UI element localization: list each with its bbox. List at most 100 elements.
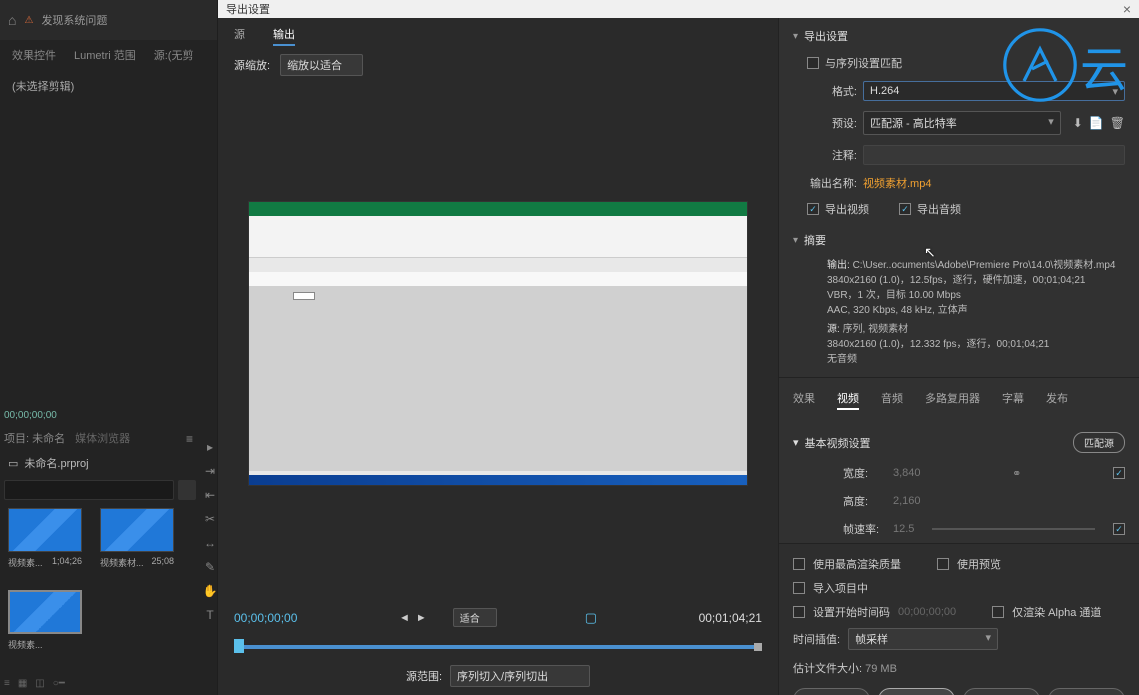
step-fwd-icon[interactable]: ►: [416, 612, 427, 624]
width-label: 宽度:: [843, 465, 883, 481]
project-search-input[interactable]: [4, 480, 174, 500]
fps-match-checkbox[interactable]: [1113, 523, 1125, 535]
timeline-playhead[interactable]: [234, 639, 244, 653]
import-preset-icon[interactable]: 📄: [1089, 116, 1104, 130]
import-project-checkbox[interactable]: [793, 582, 805, 594]
tab-source[interactable]: 源:(无剪: [154, 47, 194, 63]
use-preview-label: 使用预览: [957, 556, 1001, 572]
slip-icon[interactable]: ↔: [204, 536, 216, 550]
subtab-captions[interactable]: 字幕: [1002, 390, 1024, 410]
list-view-icon[interactable]: ≡: [4, 678, 10, 689]
start-timecode-checkbox[interactable]: [793, 606, 805, 618]
pen-icon[interactable]: ✎: [205, 560, 215, 574]
comment-input[interactable]: [863, 145, 1125, 165]
alpha-only-checkbox[interactable]: [992, 606, 1004, 618]
queue-button[interactable]: 队列: [878, 688, 955, 695]
preview-timeline[interactable]: [234, 639, 762, 653]
preset-dropdown[interactable]: 匹配源 - 高比特率: [863, 111, 1061, 135]
panel-menu-icon[interactable]: ≡: [186, 432, 193, 446]
video-settings-section: ▾ 基本视频设置 匹配源 宽度: 3,840 ⚭ 高度: 2,160 帧速率: …: [779, 416, 1139, 543]
icon-view-icon[interactable]: ▦: [18, 678, 27, 689]
import-project-label: 导入项目中: [813, 580, 868, 596]
tab-source[interactable]: 源: [234, 26, 245, 46]
thumb-image: [100, 508, 174, 552]
subtab-effects[interactable]: 效果: [793, 390, 815, 410]
tab-lumetri[interactable]: Lumetri 范围: [74, 47, 136, 63]
match-source-button[interactable]: 匹配源: [1073, 432, 1125, 453]
link-dimensions-icon[interactable]: ⚭: [1012, 467, 1021, 480]
export-button[interactable]: 导出: [963, 688, 1040, 695]
thumb-name: 视频素...: [8, 556, 43, 569]
range-dropdown[interactable]: 序列切入/序列切出: [450, 665, 590, 687]
selection-tool-icon[interactable]: ▸: [207, 440, 213, 454]
delete-preset-icon[interactable]: 🗑: [1110, 116, 1125, 130]
save-preset-icon[interactable]: ⬇: [1073, 116, 1083, 130]
preview-area: [218, 86, 778, 600]
height-value[interactable]: 2,160: [893, 495, 921, 507]
metadata-button[interactable]: 元数据...: [793, 688, 870, 695]
export-video-checkbox[interactable]: [807, 203, 819, 215]
use-preview-checkbox[interactable]: [937, 558, 949, 570]
summary-out-line3: VBR，1 次，目标 10.00 Mbps: [827, 288, 1125, 303]
tab-media-browser[interactable]: 媒体浏览器: [75, 430, 130, 446]
tab-fx-controls[interactable]: 效果控件: [12, 47, 56, 63]
bg-panel-tabs: 效果控件 Lumetri 范围 源:(无剪: [0, 40, 217, 70]
preview-frame: [248, 201, 748, 486]
format-dropdown[interactable]: H.264: [863, 81, 1125, 101]
max-quality-label: 使用最高渲染质量: [813, 556, 901, 572]
dialog-title: 导出设置: [226, 1, 270, 17]
razor-icon[interactable]: ✂: [205, 512, 215, 526]
fit-dropdown[interactable]: 适合: [453, 608, 497, 627]
hand-icon[interactable]: ✋: [203, 584, 218, 598]
match-sequence-checkbox[interactable]: [807, 57, 819, 69]
subtab-video[interactable]: 视频: [837, 390, 859, 410]
est-size-value: 79 MB: [865, 663, 897, 675]
interp-dropdown[interactable]: 帧采样: [848, 628, 998, 650]
basic-video-header[interactable]: ▾ 基本视频设置 匹配源: [793, 426, 1125, 459]
track-select-icon[interactable]: ⇥: [205, 464, 215, 478]
subtab-audio[interactable]: 音频: [881, 390, 903, 410]
cancel-button[interactable]: 取消: [1048, 688, 1125, 695]
width-match-checkbox[interactable]: [1113, 467, 1125, 479]
preset-label: 预设:: [807, 115, 857, 131]
output-name-link[interactable]: 视频素材.mp4: [863, 175, 931, 191]
fps-value[interactable]: 12.5: [893, 523, 914, 535]
type-icon[interactable]: T: [206, 608, 213, 622]
tab-project[interactable]: 项目: 未命名: [4, 430, 65, 446]
summary-content: 输出: C:\User..ocuments\Adobe\Premiere Pro…: [779, 254, 1139, 377]
timeline-out-marker[interactable]: [754, 643, 762, 651]
excel-active-cell: [293, 292, 315, 300]
home-icon[interactable]: ⌂: [8, 12, 16, 28]
thumb-duration: 1;04;26: [52, 556, 82, 569]
bug-icon[interactable]: ⚠: [24, 15, 33, 26]
excel-titlebar: [249, 202, 747, 216]
ripple-icon[interactable]: ⇤: [205, 488, 215, 502]
close-icon[interactable]: ×: [1123, 1, 1131, 17]
tab-output[interactable]: 输出: [273, 26, 295, 46]
zoom-slider-icon[interactable]: ○━: [53, 678, 65, 689]
scale-dropdown[interactable]: 缩放以适合: [280, 54, 363, 76]
fps-field-divider: [932, 528, 1095, 530]
subtab-mux[interactable]: 多路复用器: [925, 390, 980, 410]
timecode-end: 00;01;04;21: [699, 611, 762, 625]
summary-header[interactable]: ▾ 摘要: [779, 222, 1139, 254]
aspect-icon[interactable]: ▢: [585, 610, 597, 626]
export-settings-header[interactable]: ▾ 导出设置: [779, 18, 1139, 50]
width-value[interactable]: 3,840: [893, 467, 921, 479]
step-back-icon[interactable]: ◄: [399, 612, 410, 624]
source-scale-row: 源缩放: 缩放以适合: [218, 50, 778, 86]
chevron-down-icon: ▾: [793, 235, 798, 246]
export-audio-checkbox[interactable]: [899, 203, 911, 215]
clip-thumb-selected[interactable]: 视频素...: [8, 590, 82, 651]
freeform-icon[interactable]: ◫: [35, 678, 44, 689]
clip-thumb[interactable]: 视频素材...25;08: [100, 508, 174, 569]
max-quality-checkbox[interactable]: [793, 558, 805, 570]
bottom-options: 使用最高渲染质量 使用预览 导入项目中 设置开始时间码 00;00;00;00 …: [779, 543, 1139, 695]
subtab-publish[interactable]: 发布: [1046, 390, 1068, 410]
est-size-label: 估计文件大小:: [793, 663, 862, 675]
fps-label: 帧速率:: [843, 521, 883, 537]
timecode-start[interactable]: 00;00;00;00: [234, 611, 297, 625]
export-dialog: 导出设置 × 源 输出 源缩放: 缩放以适合: [218, 0, 1139, 695]
clip-thumb[interactable]: 视频素... 1;04;26: [8, 508, 82, 569]
search-filter-button[interactable]: [178, 480, 196, 500]
